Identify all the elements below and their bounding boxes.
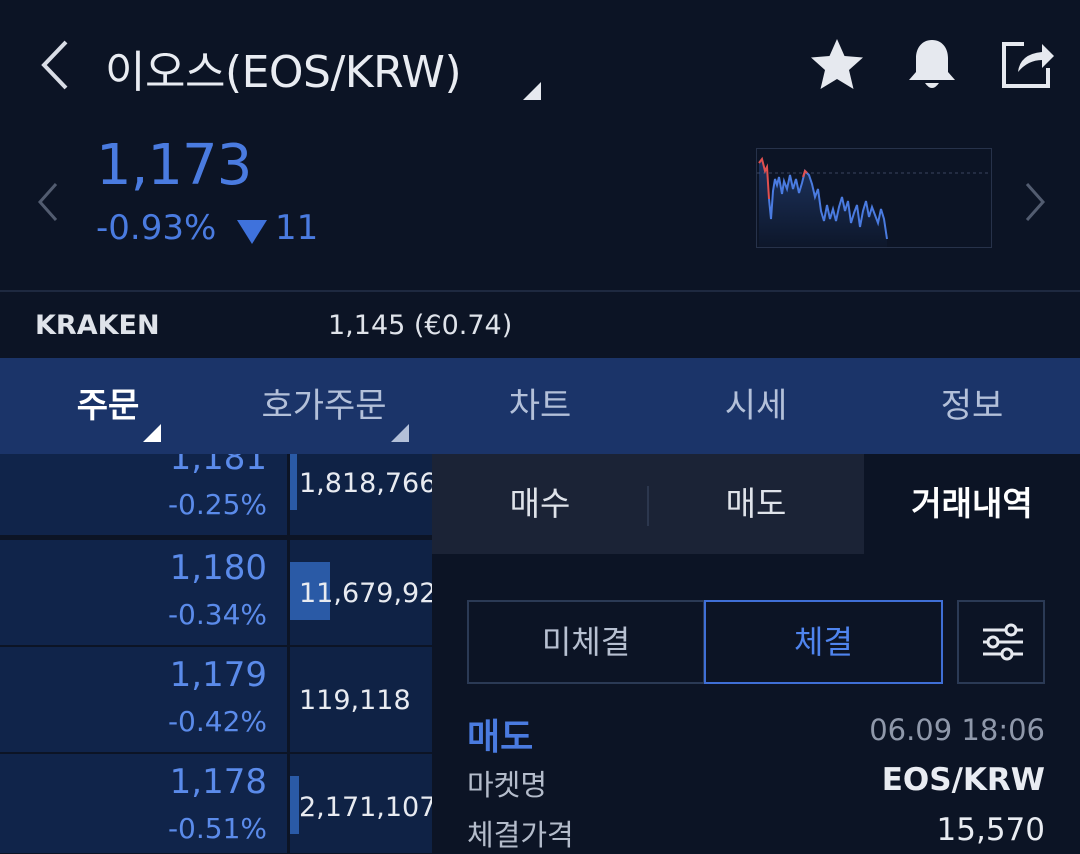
orderbook-price: 1,178: [169, 762, 267, 802]
orderbook-qty: 1,818,766: [299, 468, 432, 499]
tab-sell[interactable]: 매도: [648, 454, 864, 554]
orderbook-qty-cell: 2,171,107: [290, 754, 432, 853]
share-button[interactable]: [998, 34, 1058, 94]
bell-icon: [909, 40, 955, 88]
history-filter-toggle: 미체결 체결: [467, 600, 943, 684]
main-tab-bar: 주문 호가주문 차트 시세 정보: [0, 358, 1080, 454]
next-coin-button[interactable]: [1017, 175, 1053, 229]
sparkline: [757, 156, 991, 247]
tab-info[interactable]: 정보: [864, 358, 1080, 454]
tab-trade-history[interactable]: 거래내역: [864, 454, 1080, 554]
orderbook-price-cell[interactable]: 1,179 -0.42%: [0, 647, 287, 752]
orderbook-price-cell[interactable]: 1,180 -0.34%: [0, 540, 287, 645]
chevron-right-icon: [1025, 183, 1046, 221]
orderbook-qty-cell: 119,118: [290, 647, 432, 752]
exec-price-label: 체결가격: [467, 818, 574, 852]
down-arrow-icon: [237, 220, 267, 244]
dropdown-indicator-icon: [391, 424, 409, 442]
orderbook-row[interactable]: 1,178 -0.51% 2,171,107: [0, 754, 432, 853]
alert-button[interactable]: [903, 36, 961, 94]
orderbook-qty-cell: 11,679,920: [290, 540, 432, 645]
orderbook-price-cell[interactable]: 1,178 -0.51%: [0, 754, 287, 853]
dropdown-indicator-icon: [143, 424, 161, 442]
pending-orders-button[interactable]: 미체결: [467, 600, 705, 684]
previous-coin-button[interactable]: [30, 175, 66, 229]
chevron-left-icon: [41, 40, 68, 90]
orderbook-qty: 119,118: [299, 685, 411, 716]
orderbook-qty-cell: 1,818,766: [290, 454, 432, 535]
filled-orders-button[interactable]: 체결: [704, 600, 943, 684]
exchange-name: KRAKEN: [35, 310, 160, 341]
share-icon: [1002, 42, 1054, 88]
change-value: 11: [275, 208, 319, 248]
tab-chart[interactable]: 차트: [432, 358, 648, 454]
volume-bar: [290, 454, 297, 510]
tab-order[interactable]: 주문: [0, 358, 216, 454]
orderbook: 1,181 -0.25% 1,818,766 1,180 -0.34% 11,6…: [0, 454, 432, 853]
trade-side-label: 매도: [467, 717, 534, 758]
exchange-price: 1,145 (€0.74): [328, 310, 513, 341]
orderbook-percent: -0.51%: [167, 812, 267, 845]
volume-bar: [290, 776, 299, 834]
back-button[interactable]: [30, 30, 80, 100]
filter-settings-button[interactable]: [957, 600, 1045, 684]
star-icon: [811, 39, 863, 89]
orderbook-price: 1,181: [169, 454, 267, 478]
tab-buy[interactable]: 매수: [432, 454, 648, 554]
orderbook-percent: -0.42%: [167, 705, 267, 738]
change-percent: -0.93%: [96, 208, 217, 248]
orderbook-price: 1,180: [169, 548, 267, 588]
market-name-label: 마켓명: [467, 768, 548, 802]
tab-market-price[interactable]: 시세: [648, 358, 864, 454]
orderbook-price: 1,179: [169, 655, 267, 695]
trade-time: 06.09 18:06: [869, 713, 1045, 747]
orderbook-row[interactable]: 1,179 -0.42% 119,118: [0, 647, 432, 752]
orderbook-qty: 11,679,920: [299, 578, 432, 609]
orderbook-row[interactable]: 1,181 -0.25% 1,818,766: [0, 454, 432, 535]
exec-price-value: 15,570: [936, 812, 1045, 848]
mini-price-chart[interactable]: [756, 148, 992, 248]
page-title[interactable]: 이오스(EOS/KRW): [105, 36, 462, 100]
market-name-value: EOS/KRW: [881, 762, 1045, 798]
sliders-icon: [983, 623, 1023, 661]
orderbook-percent: -0.34%: [167, 598, 267, 631]
orderbook-qty: 2,171,107: [299, 792, 432, 823]
divider: [0, 290, 1080, 292]
orderbook-percent: -0.25%: [167, 488, 267, 521]
favorite-button[interactable]: [808, 36, 866, 94]
chevron-left-icon: [37, 183, 58, 221]
current-price: 1,173: [96, 133, 252, 198]
dropdown-indicator-icon: [523, 82, 541, 100]
tab-separator: [647, 486, 649, 526]
orderbook-price-cell[interactable]: 1,181 -0.25%: [0, 454, 287, 535]
order-side-tabs: 매수 매도 거래내역: [432, 454, 1080, 554]
orderbook-row[interactable]: 1,180 -0.34% 11,679,920: [0, 540, 432, 645]
